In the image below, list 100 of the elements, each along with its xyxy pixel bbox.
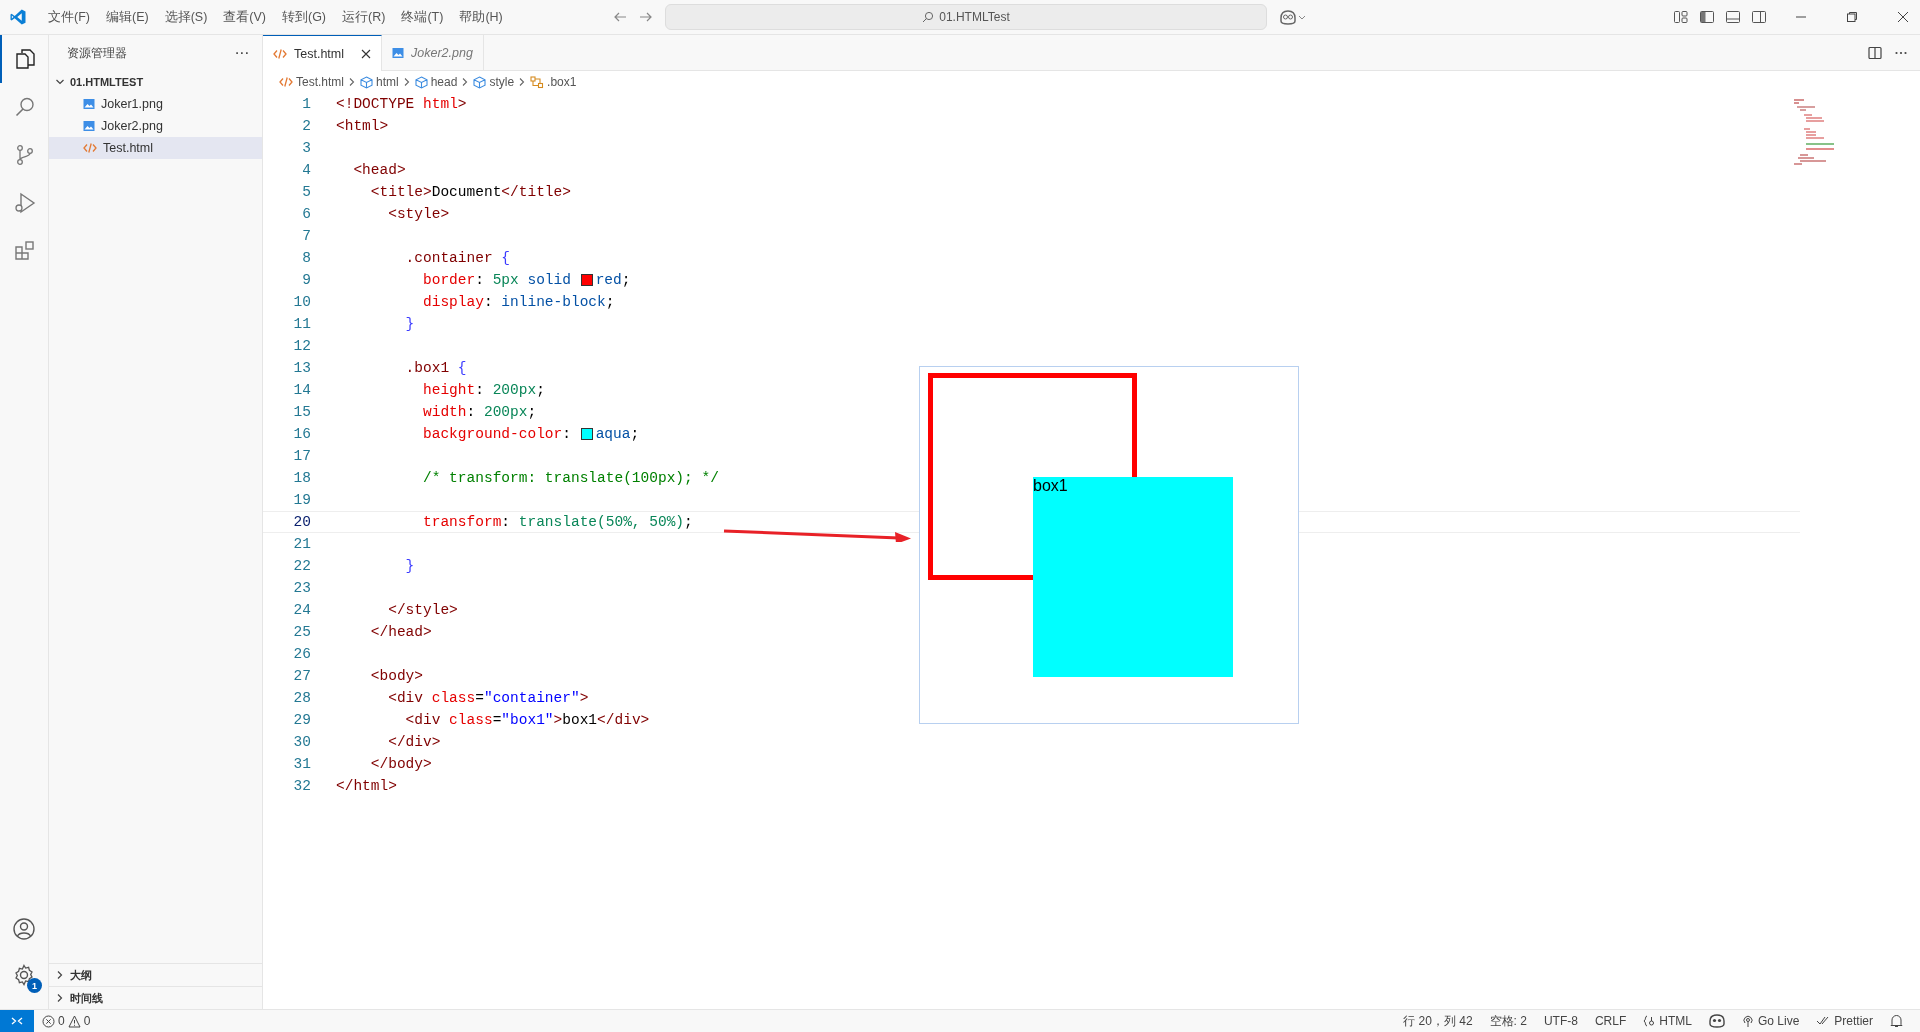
folder-item[interactable]: 01.HTMLTEST: [49, 71, 262, 93]
file-item[interactable]: Joker1.png: [49, 93, 262, 115]
line-number: 28: [292, 690, 311, 706]
code-text: background-color:: [422, 426, 572, 442]
warning-count[interactable]: 0: [83, 1014, 91, 1028]
code-text: <style>: [387, 206, 450, 222]
line-number: 30: [292, 734, 311, 750]
line-number: 22: [292, 558, 311, 574]
line-number: 17: [292, 448, 311, 464]
code-text: <head>: [352, 162, 406, 178]
line-number: 32: [292, 778, 311, 794]
line-number: 7: [301, 228, 311, 244]
menu-item[interactable]: 编辑(E): [97, 8, 157, 26]
copilot-icon[interactable]: [1708, 1014, 1725, 1028]
more-actions-button[interactable]: ···: [235, 47, 250, 59]
bell-icon[interactable]: [1890, 1014, 1903, 1028]
menu-item[interactable]: 终端(T): [393, 8, 452, 26]
image-file-icon: [392, 46, 404, 59]
remote-button[interactable]: [0, 1010, 34, 1032]
line-number: 12: [292, 338, 311, 354]
forward-arrow-icon[interactable]: [639, 10, 653, 24]
chevron-icon: [348, 77, 356, 87]
color-swatch[interactable]: [580, 274, 593, 286]
layout-icon[interactable]: [1673, 9, 1689, 25]
code-file-icon: [83, 142, 97, 154]
line-number: 16: [292, 426, 311, 442]
secondary-sidebar-icon[interactable]: [1751, 9, 1767, 25]
box-label: box1: [1033, 477, 1068, 495]
code-text: aqua;: [595, 426, 640, 442]
cube-icon: [473, 75, 487, 89]
file-item[interactable]: Test.html: [49, 137, 262, 159]
code-text: width: 200px;: [422, 404, 537, 420]
cube-icon: [414, 75, 428, 89]
split-editor-icon[interactable]: [1868, 45, 1882, 60]
status-item[interactable]: 行 20，列 42: [1403, 1012, 1473, 1030]
menu-item[interactable]: 运行(R): [334, 8, 394, 26]
breadcrumb-label: head: [430, 75, 458, 89]
code-text: height: 200px;: [422, 382, 545, 398]
line-number: 26: [292, 646, 311, 662]
status-item[interactable]: UTF-8: [1543, 1014, 1578, 1028]
braces-icon: [1643, 1015, 1656, 1027]
language-mode-status[interactable]: HTML: [1643, 1014, 1692, 1028]
menu-item[interactable]: 帮助(H): [451, 8, 511, 26]
error-icon[interactable]: [42, 1014, 55, 1028]
panel-section-header[interactable]: 大纲: [49, 963, 262, 986]
go-live-button[interactable]: Go Live: [1741, 1014, 1800, 1028]
code-text: <div class="container">: [387, 690, 589, 706]
broadcast-icon: [1741, 1014, 1754, 1028]
breadcrumb-label: Test.html: [296, 75, 344, 89]
code-text: <!DOCTYPE html>: [336, 96, 467, 112]
code-text: <html>: [336, 118, 389, 134]
editor-tab[interactable]: Test.html: [263, 35, 382, 71]
error-count[interactable]: 0: [58, 1014, 65, 1028]
line-number: 29: [292, 712, 311, 728]
status-item[interactable]: 空格: 2: [1489, 1012, 1527, 1030]
notification-badge: 1: [27, 978, 42, 993]
line-number: 31: [292, 756, 311, 772]
prettier-status[interactable]: Prettier: [1816, 1014, 1873, 1028]
line-number: 20: [292, 514, 311, 530]
chevron-icon: [518, 77, 527, 87]
back-arrow-icon[interactable]: [613, 10, 627, 24]
menu-item[interactable]: 查看(V): [215, 8, 274, 26]
sidebar-toggle-icon[interactable]: [1699, 9, 1715, 25]
vscode-logo-icon[interactable]: [9, 8, 27, 26]
code-text: </head>: [369, 624, 432, 640]
code-file-icon: [273, 47, 287, 60]
editor-tab[interactable]: Joker2.png: [382, 35, 484, 70]
panel-toggle-icon[interactable]: [1725, 9, 1741, 25]
image-file-icon: [83, 120, 95, 132]
code-text: <title>Document</title>: [369, 184, 571, 200]
line-number: 2: [301, 118, 311, 134]
line-number: 13: [292, 360, 311, 376]
code-text: border: 5px solid: [422, 272, 572, 288]
warning-icon[interactable]: [67, 1014, 81, 1028]
close-icon[interactable]: [1897, 11, 1909, 23]
status-item[interactable]: CRLF: [1594, 1014, 1627, 1028]
code-text: .container {: [404, 250, 511, 266]
restore-icon[interactable]: [1846, 11, 1858, 23]
line-number: 24: [292, 602, 311, 618]
cube-icon: [360, 75, 373, 89]
menu-item[interactable]: 选择(S): [156, 8, 216, 26]
code-text: </style>: [387, 602, 458, 618]
search-icon: [922, 11, 935, 23]
menu-item[interactable]: 文件(F): [40, 8, 98, 26]
file-item[interactable]: Joker2.png: [49, 115, 262, 137]
code-text: </html>: [336, 778, 397, 794]
copilot-icon[interactable]: [1279, 9, 1307, 25]
line-number: 23: [292, 580, 311, 596]
command-center-search[interactable]: 01.HTMLTest: [665, 4, 1267, 30]
account-icon[interactable]: [12, 917, 36, 941]
color-swatch[interactable]: [580, 428, 593, 440]
line-number: 10: [292, 294, 311, 310]
settings-icon[interactable]: [12, 963, 36, 987]
chevron-icon: [461, 77, 470, 87]
code-text: transform: translate(50%, 50%);: [422, 514, 693, 530]
line-number: 11: [292, 316, 311, 332]
image-file-icon: [83, 98, 95, 110]
line-number: 6: [301, 206, 311, 222]
menu-item[interactable]: 转到(G): [274, 8, 335, 26]
close-icon[interactable]: [361, 48, 371, 59]
